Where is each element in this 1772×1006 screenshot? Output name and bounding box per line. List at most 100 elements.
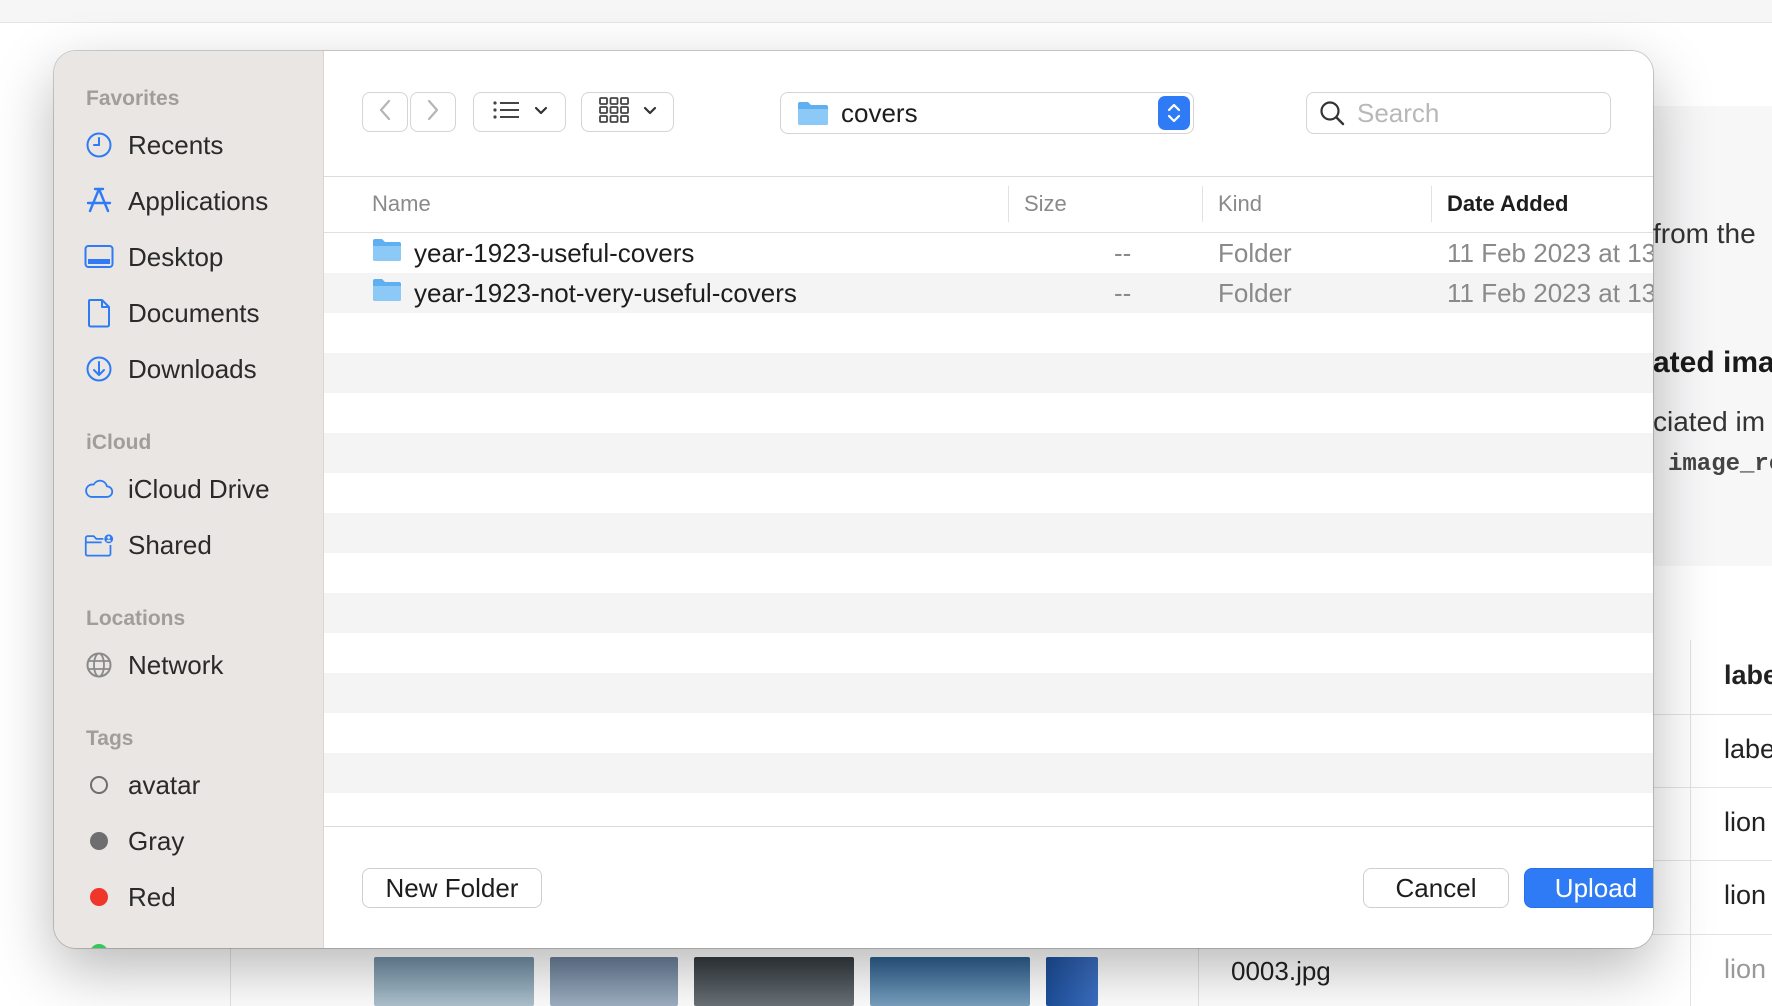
tag-red-dot-icon (84, 882, 114, 912)
sidebar-item-label: Network (128, 649, 224, 680)
sidebar-item-label: Recents (128, 129, 224, 160)
sidebar-tag-avatar[interactable]: avatar (84, 763, 314, 807)
sidebar-item-label: Red (128, 881, 176, 912)
file-name: year-1923-useful-covers (414, 237, 695, 268)
sidebar-item-icloud-drive[interactable]: iCloud Drive (84, 467, 314, 511)
background-top-bar (0, 0, 1772, 23)
sidebar-item-label: Desktop (128, 241, 224, 272)
background-table-cell: lion (1724, 880, 1767, 910)
sidebar-item-label: Downloads (128, 353, 257, 384)
background-code: image_re (1668, 451, 1772, 478)
desktop-icon (84, 242, 114, 272)
background-text-ciated: ciated im (1653, 406, 1766, 437)
background-thumbnail (374, 957, 534, 1006)
chevron-right-icon (426, 98, 440, 127)
folder-icon (372, 278, 402, 309)
tag-outline-icon (84, 770, 114, 800)
sidebar-section-tags: Tags (86, 727, 134, 750)
dialog-footer: New Folder Cancel Upload (324, 826, 1653, 948)
shared-folder-icon (84, 530, 114, 560)
column-header-row: Name Size Kind Date Added (324, 176, 1653, 233)
column-header-name[interactable]: Name (372, 176, 431, 232)
background-thumbnail (870, 957, 1030, 1006)
file-row[interactable]: year-1923-not-very-useful-covers -- Fold… (324, 273, 1653, 313)
up-down-chevron-icon (1158, 96, 1190, 130)
chevron-left-icon (378, 98, 392, 127)
cancel-button[interactable]: Cancel (1363, 868, 1509, 908)
sidebar-section-icloud: iCloud (86, 431, 152, 454)
list-view-icon (492, 99, 520, 126)
background-thumbnail (550, 957, 678, 1006)
sidebar-item-network[interactable]: Network (84, 643, 314, 687)
background-table-header-cell: labe (1724, 660, 1772, 690)
background-filename: 0003.jpg (1231, 956, 1331, 986)
sidebar-item-shared[interactable]: Shared (84, 523, 314, 567)
column-header-kind[interactable]: Kind (1218, 176, 1262, 232)
gallery-view-menu-button[interactable] (581, 92, 674, 132)
folder-icon (797, 100, 829, 126)
grid-view-icon (598, 96, 629, 128)
new-folder-button[interactable]: New Folder (362, 868, 542, 908)
download-icon (84, 354, 114, 384)
sidebar-item-downloads[interactable]: Downloads (84, 347, 314, 391)
sidebar-item-label: Documents (128, 297, 260, 328)
background-content-panel (1652, 106, 1772, 566)
file-browser: covers Name Size Kind Date Added (324, 51, 1653, 948)
sidebar-item-documents[interactable]: Documents (84, 291, 314, 335)
sidebar-item-label: Shared (128, 529, 212, 560)
file-kind: Folder (1218, 237, 1292, 268)
sidebar-section-favorites: Favorites (86, 87, 180, 110)
globe-icon (84, 650, 114, 680)
file-row[interactable]: year-1923-useful-covers -- Folder 11 Feb… (324, 233, 1653, 273)
file-kind: Folder (1218, 277, 1292, 308)
folder-icon (372, 238, 402, 269)
background-thumbnail (1046, 957, 1098, 1006)
file-date-added: 11 Feb 2023 at 13:39 (1447, 237, 1653, 268)
current-folder-name: covers (841, 97, 918, 128)
document-icon (84, 298, 114, 328)
cloud-icon (84, 474, 114, 504)
file-name: year-1923-not-very-useful-covers (414, 277, 797, 308)
sidebar-item-label: avatar (128, 769, 201, 800)
sidebar-item-label: Gray (128, 825, 185, 856)
background-table-cell: lion (1724, 807, 1767, 837)
column-header-date-added[interactable]: Date Added (1447, 176, 1568, 232)
clock-icon (84, 130, 114, 160)
file-list: year-1923-useful-covers -- Folder 11 Feb… (324, 233, 1653, 823)
applications-icon (84, 186, 114, 216)
search-field[interactable] (1306, 92, 1611, 134)
background-table: labe labe lion lion lion (1652, 640, 1772, 1006)
search-icon (1319, 100, 1345, 126)
chevron-down-icon (643, 103, 657, 121)
back-button[interactable] (362, 92, 408, 132)
location-popup-button[interactable]: covers (780, 92, 1194, 134)
sidebar-tag-gray[interactable]: Gray (84, 819, 314, 863)
sidebar-item-label: Applications (128, 185, 269, 216)
file-size: -- (1114, 277, 1132, 308)
sidebar-tag-partial[interactable] (84, 931, 314, 948)
toolbar: covers (324, 51, 1653, 177)
sidebar-item-desktop[interactable]: Desktop (84, 235, 314, 279)
tag-gray-dot-icon (84, 826, 114, 856)
list-view-menu-button[interactable] (473, 92, 566, 132)
background-table-cell: labe (1724, 734, 1772, 764)
background-text-from-the: from the (1653, 218, 1756, 249)
upload-button[interactable]: Upload (1524, 868, 1653, 908)
sidebar-section-locations: Locations (86, 607, 186, 630)
file-size: -- (1114, 237, 1132, 268)
file-date-added: 11 Feb 2023 at 13:39 (1447, 277, 1653, 308)
background-heading: ated ima (1653, 346, 1772, 379)
file-picker-dialog: Favorites Recents Applications Desktop D… (54, 51, 1653, 948)
sidebar-tag-red[interactable]: Red (84, 875, 314, 919)
sidebar: Favorites Recents Applications Desktop D… (54, 51, 324, 948)
search-input[interactable] (1355, 96, 1599, 130)
forward-button[interactable] (410, 92, 456, 132)
sidebar-item-recents[interactable]: Recents (84, 123, 314, 167)
sidebar-item-label: iCloud Drive (128, 473, 270, 504)
background-thumbnail (694, 957, 854, 1006)
background-table-cell: lion (1724, 954, 1767, 984)
sidebar-item-applications[interactable]: Applications (84, 179, 314, 223)
chevron-down-icon (534, 103, 548, 121)
tag-green-dot-icon (84, 938, 114, 948)
column-header-size[interactable]: Size (1024, 176, 1067, 232)
